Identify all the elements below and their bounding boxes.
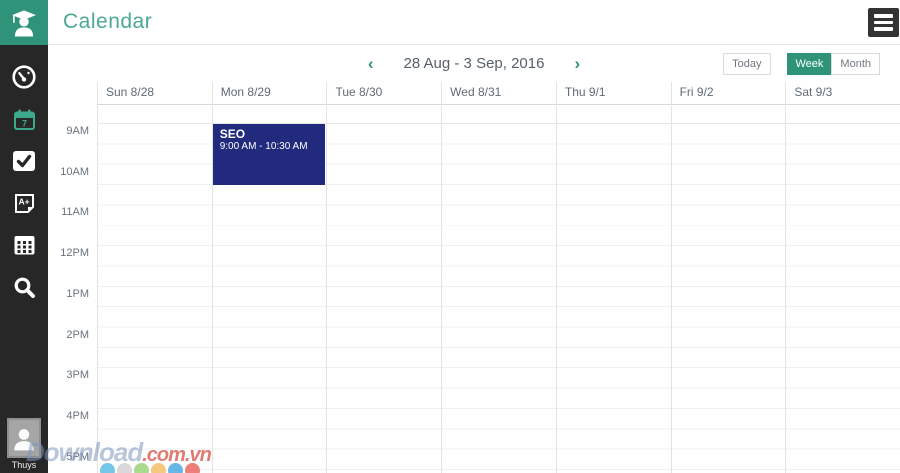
event-title: SEO <box>219 127 246 141</box>
sidebar-item-schedule[interactable] <box>0 224 48 266</box>
all-day-row <box>97 106 900 123</box>
date-range-label: 28 Aug - 3 Sep, 2016 <box>403 55 545 72</box>
app-header: Calendar <box>48 0 900 45</box>
all-day-cell[interactable] <box>441 106 556 123</box>
time-gutter: 9AM 10AM 11AM 12PM 1PM 2PM 3PM 4PM 5PM <box>48 123 97 473</box>
search-icon <box>14 277 35 298</box>
all-day-cell[interactable] <box>211 106 327 123</box>
time-label: 9AM <box>66 125 89 137</box>
hamburger-icon <box>874 14 893 18</box>
app-logo <box>0 0 48 45</box>
day-header: Fri 9/2 <box>670 82 786 104</box>
grade-a-plus-icon: A+ <box>14 193 34 213</box>
time-label: 3PM <box>66 369 89 382</box>
person-placeholder-icon <box>7 418 41 458</box>
svg-text:A+: A+ <box>18 196 29 206</box>
svg-text:7: 7 <box>21 118 26 128</box>
sidebar-item-tasks[interactable] <box>0 140 48 182</box>
color-dot <box>134 463 149 473</box>
color-dot <box>151 463 166 473</box>
checkmark-icon <box>13 151 35 171</box>
all-day-cell[interactable] <box>785 106 900 123</box>
hamburger-menu-button[interactable] <box>868 8 899 37</box>
user-profile[interactable]: Thuys <box>7 418 41 470</box>
sidebar-item-dashboard[interactable] <box>0 56 48 98</box>
color-dot <box>168 463 183 473</box>
day-header: Tue 8/30 <box>326 82 441 104</box>
time-label: 11AM <box>61 206 89 219</box>
sidebar: 7 A+ Thuys <box>0 0 48 473</box>
sidebar-item-search[interactable] <box>0 266 48 308</box>
day-header-row: Sun 8/28 Mon 8/29 Tue 8/30 Wed 8/31 Thu 9/1 F… <box>97 82 900 105</box>
color-dot <box>100 463 115 473</box>
grid-calendar-icon <box>14 236 34 255</box>
graduate-student-icon <box>12 9 36 36</box>
day-column[interactable] <box>555 124 671 473</box>
sidebar-nav: 7 A+ <box>0 56 48 308</box>
all-day-cell[interactable] <box>97 106 212 123</box>
calendar-toolbar: ‹ 28 Aug - 3 Sep, 2016 › Today Week Month <box>48 45 900 82</box>
time-label: 4PM <box>66 409 89 422</box>
day-header: Sat 9/3 <box>785 82 900 104</box>
day-column[interactable] <box>670 124 786 473</box>
time-label: 2PM <box>66 328 89 341</box>
day-column[interactable] <box>326 124 441 473</box>
day-header: Sun 8/28 <box>97 82 212 104</box>
hamburger-icon <box>874 20 893 25</box>
color-dot <box>185 463 200 473</box>
user-name: Thuys <box>11 460 37 470</box>
time-label: 12PM <box>60 247 89 260</box>
day-column[interactable] <box>441 124 556 473</box>
view-switcher: Today Week Month <box>723 53 880 75</box>
view-month-button[interactable]: Month <box>831 53 880 75</box>
calendar-week-7-icon: 7 <box>13 109 35 130</box>
page-title: Calendar <box>63 10 153 33</box>
all-day-cell[interactable] <box>326 106 441 123</box>
day-header: Wed 8/31 <box>441 82 556 104</box>
gauge-icon <box>12 65 36 89</box>
hamburger-icon <box>874 27 893 31</box>
next-week-chevron-icon[interactable]: › <box>570 55 584 72</box>
sidebar-item-grades[interactable]: A+ <box>0 182 48 224</box>
sidebar-item-calendar[interactable]: 7 <box>0 98 48 140</box>
day-header: Thu 9/1 <box>555 82 671 104</box>
all-day-cell[interactable] <box>555 106 671 123</box>
view-today-button[interactable]: Today <box>723 53 771 75</box>
prev-week-chevron-icon[interactable]: ‹ <box>364 55 378 72</box>
time-label: 10AM <box>60 165 89 178</box>
week-grid: SEO 9:00 AM - 10:30 AM <box>97 123 900 473</box>
day-column[interactable] <box>785 124 900 473</box>
view-week-button[interactable]: Week <box>786 53 832 75</box>
color-dot-row <box>100 463 200 473</box>
time-label: 1PM <box>66 287 89 300</box>
calendar-event[interactable]: SEO 9:00 AM - 10:30 AM <box>212 124 326 186</box>
event-time: 9:00 AM - 10:30 AM <box>219 141 308 152</box>
all-day-cell[interactable] <box>670 106 786 123</box>
time-label: 5PM <box>66 450 89 463</box>
color-dot <box>117 463 132 473</box>
calendar-app: 7 A+ Thuys Calendar ‹ 28 Aug - 3 Sep, 20… <box>0 0 900 473</box>
day-column[interactable] <box>97 124 212 473</box>
day-header: Mon 8/29 <box>211 82 327 104</box>
